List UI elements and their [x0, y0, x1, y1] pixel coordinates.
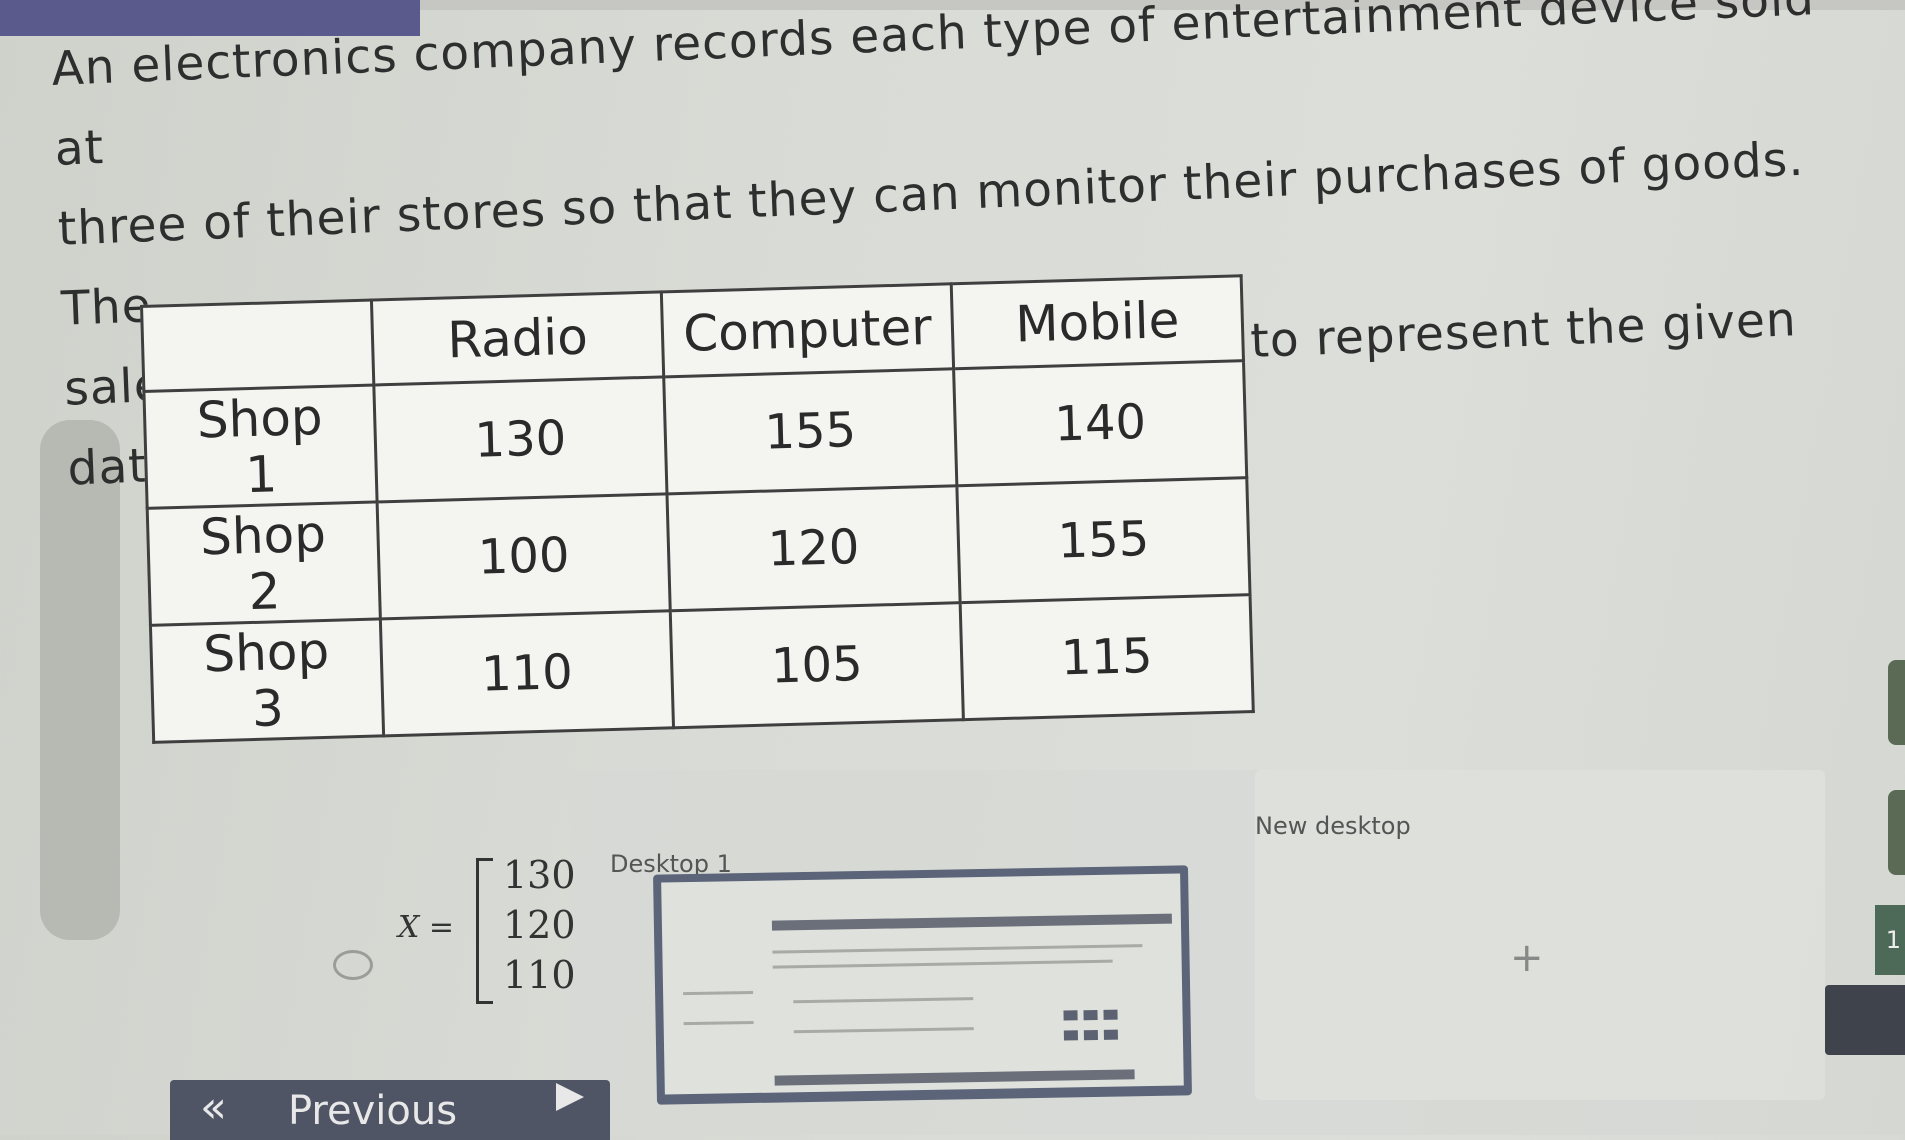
matrix-lhs: X =: [398, 910, 455, 945]
previous-button[interactable]: « Previous: [170, 1080, 610, 1140]
row-header-top: Shop: [196, 387, 324, 450]
table-cell: 155: [956, 477, 1251, 603]
edge-tab[interactable]: [1888, 790, 1905, 875]
table-cell: 140: [953, 360, 1247, 486]
desktop-1-thumbnail[interactable]: [653, 865, 1192, 1105]
sales-table: Radio Computer Mobile Shop 1 130 155 140…: [140, 274, 1255, 744]
thumbnail-block: [1063, 1030, 1078, 1041]
thumbnail-block: [1083, 1009, 1098, 1021]
row-header-top: Shop: [199, 504, 327, 567]
table-header-computer: Computer: [661, 283, 954, 377]
table-header-corner: [141, 300, 374, 392]
row-header-top: Shop: [202, 621, 330, 684]
answer-radio[interactable]: [333, 950, 373, 980]
table-cell: 100: [377, 493, 671, 619]
row-header-bottom: 3: [251, 679, 285, 739]
thumbnail-line: [683, 990, 754, 996]
thumbnail-line: [772, 959, 1113, 969]
thumbnail-block: [1103, 1029, 1118, 1040]
row-header-shop-2: Shop 2: [147, 501, 381, 626]
matrix-entry: 120: [503, 903, 576, 947]
sales-table-wrapper: Radio Computer Mobile Shop 1 130 155 140…: [140, 274, 1255, 744]
double-chevron-left-icon: «: [200, 1082, 227, 1133]
table-cell: 155: [663, 368, 957, 494]
table-cell: 115: [960, 594, 1254, 720]
row-header-shop-1: Shop 1: [143, 385, 378, 509]
thumbnail-line: [793, 997, 974, 1004]
desktop-1-preview: [661, 873, 1184, 1095]
row-header-bottom: 2: [247, 562, 282, 622]
table-header-radio: Radio: [371, 291, 664, 386]
edge-badge[interactable]: 1: [1875, 905, 1905, 975]
thumbnail-bar: [771, 913, 1172, 931]
thumbnail-block: [1083, 1029, 1098, 1041]
new-desktop-label[interactable]: New desktop: [1255, 812, 1411, 840]
thumbnail-block: [1063, 1010, 1078, 1021]
matrix-entry: 110: [503, 953, 576, 997]
previous-label: Previous: [288, 1088, 458, 1134]
table-cell: 110: [380, 610, 674, 736]
matrix-values: 130 120 110: [503, 850, 576, 1000]
matrix-entry: 130: [503, 853, 576, 897]
table-cell: 105: [670, 602, 964, 728]
add-desktop-icon[interactable]: +: [1510, 935, 1544, 981]
edge-tab[interactable]: [1888, 660, 1905, 745]
thumbnail-line: [683, 1020, 754, 1026]
play-icon[interactable]: [556, 1083, 584, 1111]
edge-panel[interactable]: [1825, 985, 1905, 1055]
row-header-shop-3: Shop 3: [150, 618, 384, 743]
thumbnail-bar: [774, 1069, 1135, 1086]
row-header-bottom: 1: [244, 445, 278, 505]
thumbnail-line: [793, 1027, 974, 1034]
thumbnail-line: [772, 944, 1143, 954]
table-cell: 130: [373, 376, 667, 502]
table-cell: 120: [666, 485, 961, 611]
matrix-bracket: [476, 858, 493, 1004]
table-header-mobile: Mobile: [951, 275, 1244, 369]
thumbnail-block: [1103, 1009, 1118, 1020]
